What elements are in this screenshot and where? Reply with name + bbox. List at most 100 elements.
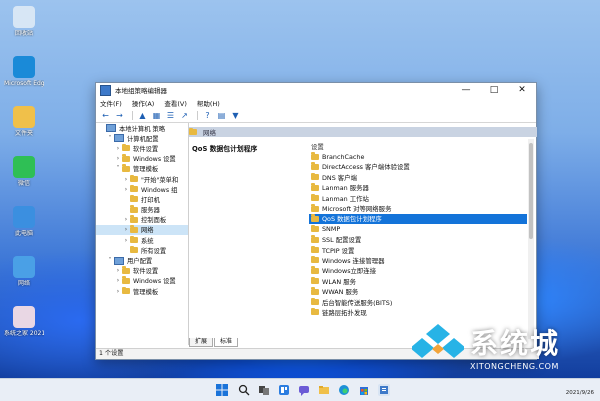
list-item[interactable]: Lanman 工作站 [309, 193, 527, 203]
folder-icon [311, 214, 319, 222]
chevron-right-icon[interactable]: › [114, 155, 122, 162]
list-item[interactable]: DirectAccess 客户端体验设置 [309, 162, 527, 172]
show-hide-tree-icon[interactable]: ▦ [151, 111, 162, 121]
settings-list[interactable]: 设置 BranchCache DirectAccess 客户端体验设置 DNS 客户… [309, 141, 527, 318]
list-item[interactable]: WWAN 服务 [309, 286, 527, 296]
tree-item[interactable]: › Windows 组 [96, 184, 188, 194]
forward-icon[interactable]: → [114, 111, 125, 121]
list-item[interactable]: WLAN 服务 [309, 276, 527, 286]
tree-item-label: 服务器 [141, 207, 160, 215]
up-folder-icon[interactable]: ▲ [137, 111, 148, 121]
window-title: 本地组策略编辑器 [115, 87, 167, 95]
close-icon[interactable]: ✕ [508, 83, 536, 97]
start-icon[interactable] [216, 384, 228, 396]
group-policy-editor-window[interactable]: 本地组策略编辑器 — □ ✕ 文件(F) 操作(A) 查看(V) 帮助(H) ←… [95, 82, 539, 360]
chevron-right-icon[interactable]: › [122, 176, 130, 183]
tree-item[interactable]: › Windows 设置 [96, 276, 188, 286]
chevron-right-icon[interactable]: › [122, 226, 130, 233]
tree-item[interactable]: › 系统 [96, 235, 188, 245]
widgets-icon[interactable] [278, 384, 290, 396]
menu-action[interactable]: 操作(A) [132, 98, 155, 108]
list-item[interactable]: TCPIP 设置 [309, 245, 527, 255]
chevron-down-icon[interactable]: ˅ [114, 165, 122, 172]
list-item[interactable]: Windows立即连接 [309, 266, 527, 276]
chevron-right-icon[interactable]: › [122, 186, 130, 193]
folder-icon [311, 224, 319, 233]
list-item[interactable]: BranchCache [309, 151, 527, 161]
chevron-right-icon[interactable]: › [114, 145, 122, 152]
desktop-icon[interactable]: 回收站 [4, 6, 44, 37]
file-explorer-icon[interactable] [318, 384, 330, 396]
policy-editor-taskbar-icon[interactable] [378, 384, 390, 396]
maximize-icon[interactable]: □ [480, 83, 508, 97]
tree-item[interactable]: 服务器 [96, 205, 188, 215]
scrollbar-thumb[interactable] [529, 143, 533, 239]
list-item[interactable]: Lanman 服务器 [309, 183, 527, 193]
menu-file[interactable]: 文件(F) [100, 98, 122, 108]
computer-icon [13, 206, 35, 228]
chevron-right-icon[interactable]: › [122, 237, 130, 244]
desktop-icon[interactable]: 系统之家 2021 0920 ... [4, 306, 44, 337]
tree-item[interactable]: › 控制面板 [96, 215, 188, 225]
tree-item[interactable]: › 管理模板 [96, 286, 188, 296]
tree-item[interactable]: › 网络 [96, 224, 188, 236]
filter-icon[interactable]: ▼ [230, 111, 241, 121]
chat-icon[interactable] [298, 384, 310, 396]
desktop-icon[interactable]: 文件夹 [4, 106, 44, 137]
list-item[interactable]: QoS 数据包计划程序 [309, 213, 527, 225]
vertical-scrollbar[interactable] [528, 139, 534, 339]
chevron-right-icon[interactable]: › [122, 216, 130, 223]
edge-icon[interactable] [338, 384, 350, 396]
list-item-label: Lanman 工作站 [322, 194, 369, 203]
tree-item[interactable]: › "开始"菜单和 [96, 174, 188, 184]
menu-help[interactable]: 帮助(H) [197, 98, 220, 108]
task-view-icon[interactable] [258, 384, 270, 396]
chevron-right-icon[interactable]: › [114, 288, 122, 295]
menu-bar: 文件(F) 操作(A) 查看(V) 帮助(H) [96, 97, 536, 109]
list-item[interactable]: 后台智能传送服务(BITS) [309, 297, 527, 307]
tree-item[interactable]: 打印机 [96, 194, 188, 204]
tree-item[interactable]: ˅ 管理模板 [96, 164, 188, 174]
list-item[interactable]: SNMP [309, 224, 527, 234]
store-icon[interactable] [358, 384, 370, 396]
chevron-right-icon[interactable]: › [114, 277, 122, 284]
properties-icon[interactable]: ▤ [216, 111, 227, 121]
list-view-icon[interactable]: ☰ [165, 111, 176, 121]
chevron-down-icon[interactable]: ˅ [106, 257, 114, 264]
tab-extended[interactable]: 扩展 [189, 338, 214, 347]
chevron-right-icon[interactable]: › [114, 267, 122, 274]
desktop-icon[interactable]: 此电脑 [4, 206, 44, 237]
list-item-label: 链路层拓扑发现 [322, 308, 367, 317]
list-column-header[interactable]: 设置 [309, 141, 527, 151]
title-bar[interactable]: 本地组策略编辑器 — □ ✕ [96, 83, 536, 97]
back-icon[interactable]: ← [100, 111, 111, 121]
help-icon[interactable]: ? [202, 111, 213, 121]
tree-item[interactable]: ˅ 计算机配置 [96, 133, 188, 143]
minimize-icon[interactable]: — [452, 83, 480, 97]
policy-tree[interactable]: 本地计算机 策略 ˅ 计算机配置 › 软件设置 › Windows 设置 ˅ 管理模板 › "开始"… [96, 123, 189, 345]
menu-view[interactable]: 查看(V) [164, 98, 187, 108]
watermark-url: XITONGCHENG.COM [470, 362, 559, 371]
tree-item-label: 打印机 [141, 196, 160, 204]
tree-item[interactable]: › Windows 设置 [96, 154, 188, 164]
list-item[interactable]: 链路层拓扑发现 [309, 307, 527, 317]
desktop-icon[interactable]: 网络 [4, 256, 44, 287]
tree-item[interactable]: 本地计算机 策略 [96, 123, 188, 133]
chevron-down-icon[interactable]: ˅ [106, 135, 114, 142]
export-list-icon[interactable]: ↗ [179, 111, 190, 121]
search-icon[interactable] [238, 384, 250, 396]
folder-icon [130, 205, 138, 213]
tree-item[interactable]: › 软件设置 [96, 143, 188, 153]
tree-item[interactable]: 所有设置 [96, 245, 188, 255]
tree-item[interactable]: ˅ 用户配置 [96, 255, 188, 265]
folder-icon [130, 245, 138, 254]
desktop-icon[interactable]: Microsoft Edge [4, 56, 44, 87]
list-item[interactable]: DNS 客户端 [309, 172, 527, 182]
list-item[interactable]: Windows 连接管理器 [309, 255, 527, 265]
system-clock[interactable]: 2021/9/26 [566, 381, 594, 397]
desktop-icon[interactable]: 微信 [4, 156, 44, 187]
list-item[interactable]: Microsoft 对等网络服务 [309, 203, 527, 213]
tab-standard[interactable]: 标准 [214, 338, 239, 347]
tree-item[interactable]: › 软件设置 [96, 266, 188, 276]
list-item[interactable]: SSL 配置设置 [309, 235, 527, 245]
